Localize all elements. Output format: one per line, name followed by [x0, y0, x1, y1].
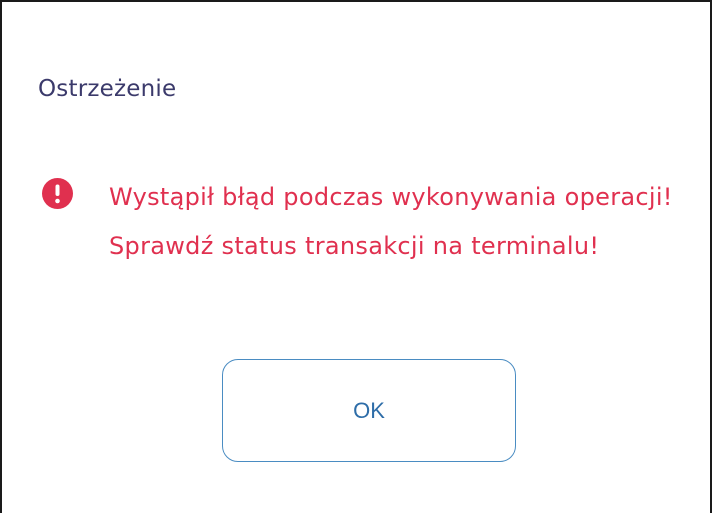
warning-dialog: Ostrzeżenie Wystąpił błąd podczas wykony…: [0, 0, 712, 513]
exclamation-circle-icon: [42, 178, 73, 209]
ok-button[interactable]: OK: [222, 359, 516, 462]
dialog-title: Ostrzeżenie: [38, 76, 177, 102]
error-message: Wystąpił błąd podczas wykonywania operac…: [109, 183, 673, 260]
